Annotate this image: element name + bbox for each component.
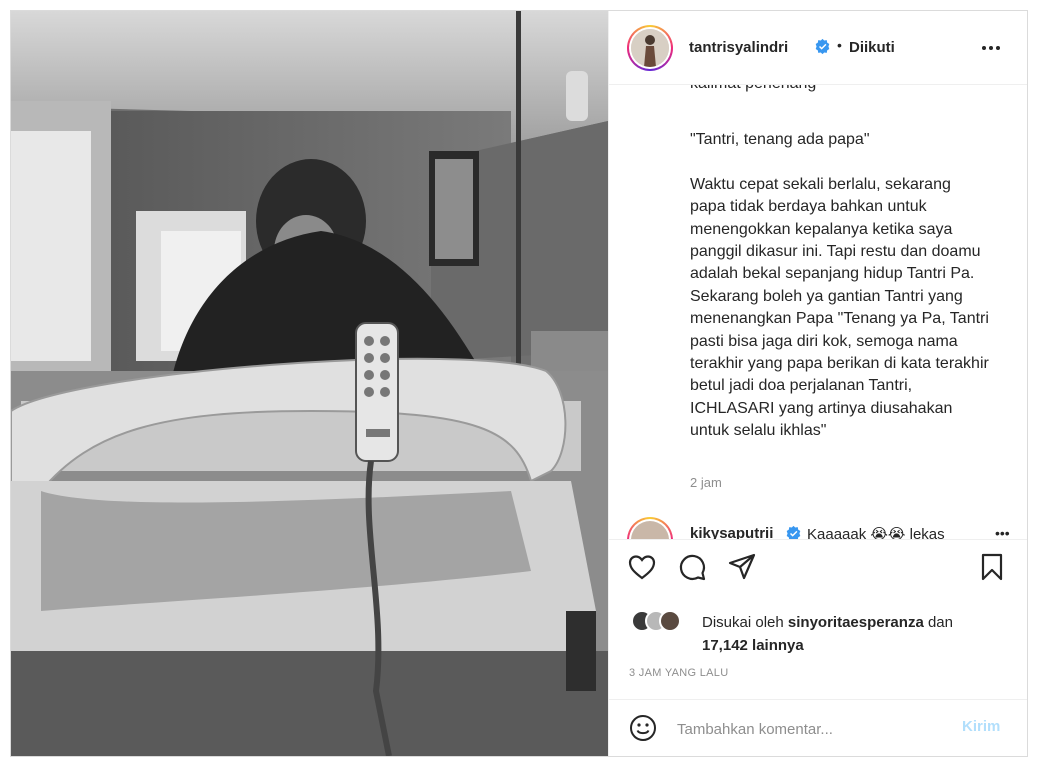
hospital-bed-photo bbox=[11, 11, 608, 756]
likes-prefix: Disukai oleh bbox=[702, 614, 784, 631]
author-username[interactable]: tantrisyalindri bbox=[689, 39, 788, 56]
comment-text: Kaaaaak 😭😭 lekas bbox=[807, 526, 945, 539]
likes-user[interactable]: sinyoritaesperanza bbox=[788, 614, 924, 631]
liker-avatar bbox=[659, 610, 681, 632]
emoji-icon[interactable] bbox=[629, 714, 657, 742]
likes-summary: Disukai oleh sinyoritaesperanza dan 17,1… bbox=[702, 611, 1002, 657]
comment-bubble-icon[interactable] bbox=[677, 552, 707, 582]
comment-input[interactable] bbox=[675, 715, 949, 743]
post-actions: Disukai oleh sinyoritaesperanza dan 17,1… bbox=[609, 539, 1027, 699]
post-timestamp[interactable]: 3 JAM YANG LALU bbox=[629, 667, 728, 679]
send-comment-button[interactable]: Kirim bbox=[962, 718, 1000, 735]
post-dialog: tantrisyalindri • Diikuti kalimat penena… bbox=[10, 10, 1028, 757]
save-bookmark-icon[interactable] bbox=[977, 552, 1007, 582]
commenter-username[interactable]: kikysaputrii bbox=[690, 525, 773, 539]
commenter-verified-icon bbox=[786, 525, 801, 539]
author-avatar[interactable] bbox=[627, 25, 673, 71]
post-photo[interactable] bbox=[11, 11, 608, 756]
likes-count[interactable]: 17,142 lainnya bbox=[702, 637, 804, 654]
comments-scroll-area[interactable]: kalimat penenang "Tantri, tenang ada pap… bbox=[609, 85, 1027, 539]
likers-avatars[interactable] bbox=[631, 610, 695, 634]
post-sidebar: tantrisyalindri • Diikuti kalimat penena… bbox=[608, 11, 1027, 756]
caption-cut-line: kalimat penenang bbox=[690, 85, 990, 95]
caption-text: "Tantri, tenang ada papa" Waktu cepat se… bbox=[690, 131, 989, 440]
add-comment-bar: Kirim bbox=[609, 699, 1027, 756]
more-options-icon[interactable] bbox=[979, 38, 1003, 58]
follow-status-button[interactable]: Diikuti bbox=[849, 39, 895, 56]
post-header: tantrisyalindri • Diikuti bbox=[609, 11, 1027, 85]
likes-joiner: dan bbox=[927, 614, 953, 631]
avatar-image bbox=[631, 29, 669, 67]
header-separator: • bbox=[837, 37, 842, 53]
share-send-icon[interactable] bbox=[727, 552, 757, 582]
verified-badge-icon bbox=[815, 38, 830, 55]
commenter-avatar[interactable] bbox=[627, 517, 673, 539]
caption-timestamp[interactable]: 2 jam bbox=[690, 475, 722, 490]
like-heart-icon[interactable] bbox=[627, 552, 657, 582]
comment-more-icon[interactable]: ••• bbox=[995, 525, 1010, 539]
